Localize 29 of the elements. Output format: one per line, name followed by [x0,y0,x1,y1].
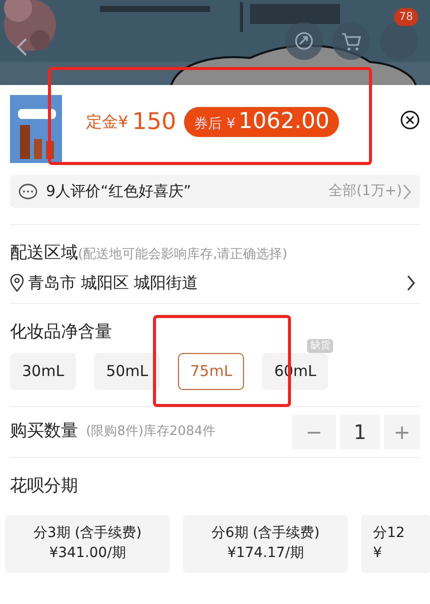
size-option[interactable]: 30mL [10,353,76,390]
chevron-right-icon [402,184,412,200]
stock-hint: (限购8件)库存2084件 [86,422,216,441]
section-title: 化妆品净含量 [10,320,112,344]
cart-icon [340,30,362,52]
review-summary: 9人评价“红色好喜庆” [46,181,192,202]
section-title: 花呗分期 [10,474,79,498]
installment-option[interactable]: 分3期 (含手续费) ¥341.00/期 [5,515,170,573]
review-bar[interactable]: 9人评价“红色好喜庆” 全部(1万+) [10,175,420,208]
section-title: 购买数量 [10,420,78,443]
refresh-icon [293,30,315,52]
installment-option[interactable]: 分12 ¥ [361,515,430,573]
back-icon [16,37,28,57]
coupon-price-badge: 券后 ¥1062.00 [184,107,340,138]
quantity-field[interactable]: 1 [340,414,380,448]
deposit-price: 150 [132,108,176,137]
size-option[interactable]: 75mL [178,353,244,390]
comment-icon [18,182,38,200]
installment-option[interactable]: 分6期 (含手续费) ¥174.17/期 [183,515,348,573]
address-row[interactable]: 青岛市 城阳区 城阳街道 [10,270,420,294]
location-pin-icon [10,274,24,292]
address-text: 青岛市 城阳区 城阳街道 [28,272,198,294]
close-icon [400,110,420,130]
delivery-hint: (配送地可能会影响库存,请正确选择) [78,247,288,262]
size-option[interactable]: 50mL [94,353,160,390]
product-thumbnail [10,95,62,163]
section-title: 配送区域 [10,243,78,263]
price-label: 定金¥ [86,111,128,134]
chevron-right-icon [406,274,416,290]
